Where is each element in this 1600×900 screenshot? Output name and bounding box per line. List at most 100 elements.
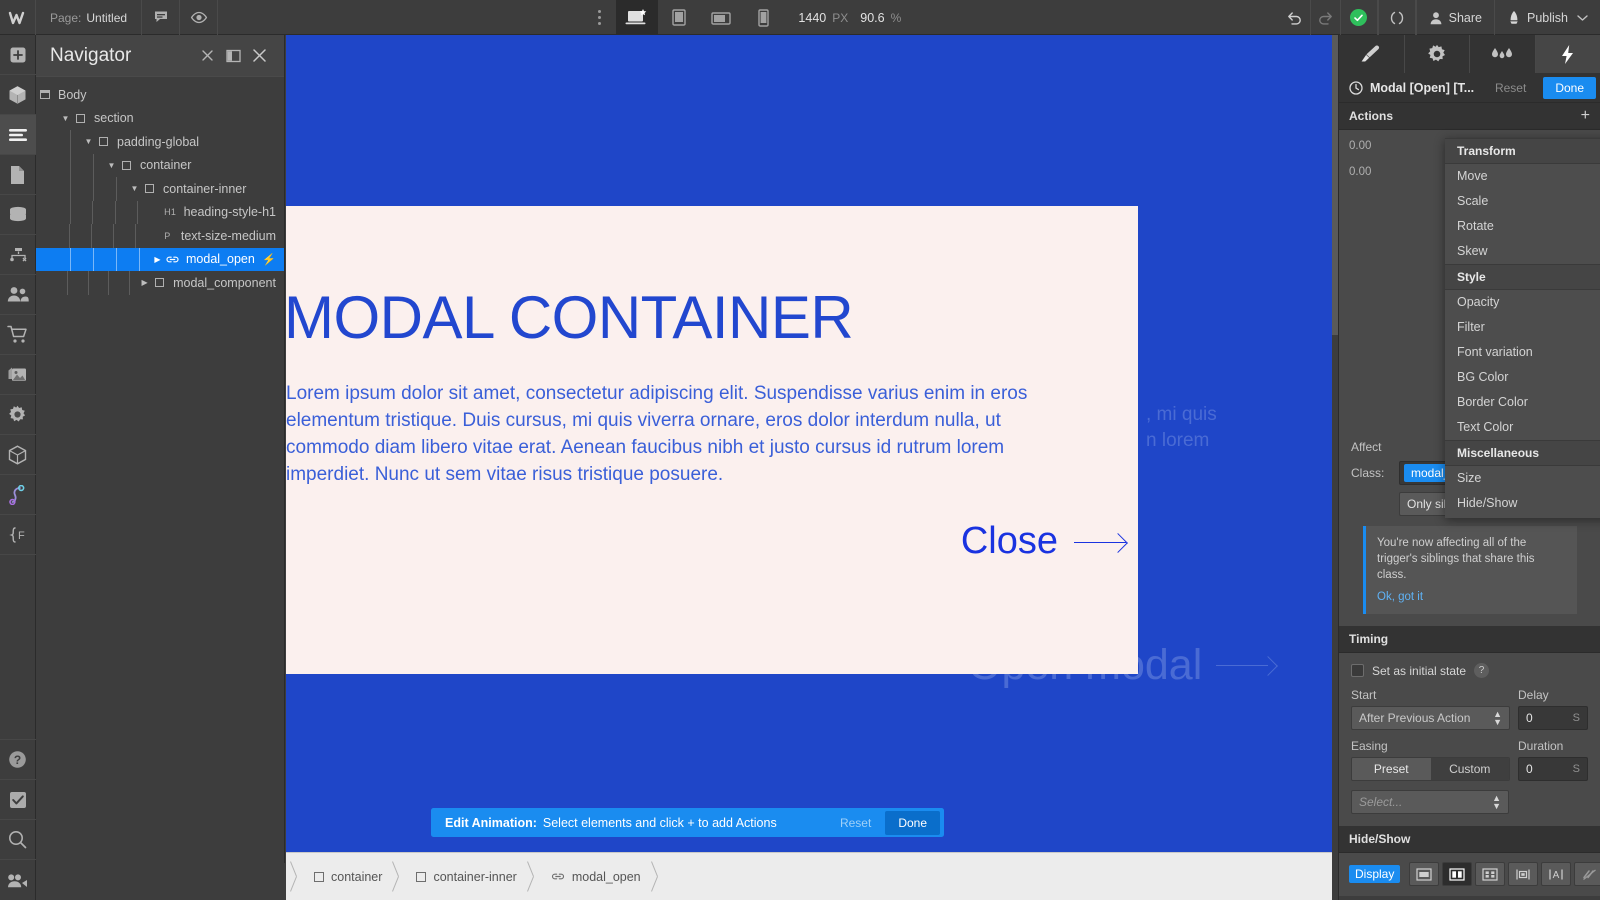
sidebar-item-ecommerce[interactable] (0, 315, 36, 355)
display-inline-block-button[interactable] (1508, 862, 1539, 886)
sidebar-item-navigator[interactable] (0, 115, 36, 155)
sidebar-item-add-elements[interactable] (0, 35, 36, 75)
tab-settings[interactable] (1405, 35, 1470, 73)
sidebar-item-custom-code[interactable]: F (0, 515, 36, 555)
check-circle-icon[interactable] (1339, 0, 1378, 35)
dropdown-item-hide-show[interactable]: Hide/Show (1445, 491, 1600, 516)
display-none-button[interactable] (1574, 862, 1600, 886)
easing-segmented-control[interactable]: Preset Custom (1351, 757, 1510, 781)
lightning-bolt-icon: ⚡ (262, 253, 276, 266)
dropdown-item-rotate[interactable]: Rotate (1445, 214, 1600, 239)
zoom-value: 90.6 (860, 10, 885, 25)
display-inline-button[interactable]: A (1541, 862, 1572, 886)
tab-style[interactable] (1339, 35, 1405, 73)
audit-checkbox-icon[interactable] (0, 780, 36, 820)
dropdown-item-scale[interactable]: Scale (1445, 189, 1600, 214)
collapse-all-icon[interactable] (194, 43, 220, 69)
sidebar-item-assets[interactable] (0, 355, 36, 395)
actions-dropdown-menu[interactable]: Transform Move Scale Rotate Skew Style Opacity… (1445, 138, 1600, 518)
dropdown-item-bg-color[interactable]: BG Color (1445, 365, 1600, 390)
desktop-star-icon[interactable] (616, 0, 659, 35)
dropdown-item-opacity[interactable]: Opacity (1445, 290, 1600, 315)
start-select[interactable]: After Previous Action ▲ ▼ (1351, 706, 1510, 730)
edit-animation-done-button[interactable]: Done (885, 810, 940, 835)
chevron-right-icon[interactable]: ▶ (151, 255, 164, 264)
tree-guide (126, 200, 149, 225)
mobile-portrait-icon[interactable] (742, 0, 784, 35)
dropdown-item-text-color[interactable]: Text Color (1445, 415, 1600, 440)
navigator-item-section[interactable]: ▼ section (36, 107, 284, 131)
navigator-item-container-inner[interactable]: ▼ container-inner (36, 177, 284, 201)
initial-state-checkbox[interactable] (1351, 664, 1364, 677)
dropdown-item-filter[interactable]: Filter (1445, 315, 1600, 340)
sidebar-item-apps[interactable] (0, 435, 36, 475)
sidebar-item-interactions[interactable] (0, 475, 36, 515)
chevron-down-icon[interactable]: ▼ (59, 114, 72, 123)
tab-style-manager[interactable] (1470, 35, 1536, 73)
easing-select[interactable]: Select... ▲ ▼ (1351, 790, 1509, 814)
question-icon[interactable]: ? (1474, 663, 1490, 678)
delay-input[interactable]: 0 S (1518, 706, 1588, 730)
mobile-landscape-icon[interactable] (700, 0, 742, 35)
animation-reset-button[interactable]: Reset (1485, 77, 1536, 99)
tab-interactions[interactable] (1535, 35, 1600, 73)
affect-notice-link[interactable]: Ok, got it (1377, 589, 1566, 605)
easing-preset-button[interactable]: Preset (1352, 758, 1431, 780)
sidebar-item-users[interactable] (0, 275, 36, 315)
comment-icon[interactable] (142, 0, 181, 35)
canvas-size-zoom[interactable]: 1440 PX 90.6 % (784, 0, 915, 35)
navigator-item-modal_open[interactable]: ▶ modal_open ⚡ (36, 247, 284, 271)
navigator-item-container[interactable]: ▼ container (36, 153, 284, 178)
chevron-down-icon[interactable]: ▼ (82, 137, 95, 146)
edit-animation-reset-button[interactable]: Reset (829, 812, 882, 834)
search-icon[interactable] (0, 820, 36, 860)
video-camera-icon[interactable] (0, 860, 36, 900)
chevron-down-icon[interactable]: ▼ (128, 184, 141, 193)
chevron-right-icon[interactable]: ▶ (138, 278, 151, 287)
animation-done-button[interactable]: Done (1543, 76, 1596, 99)
help-circle-icon[interactable]: ? (0, 740, 36, 780)
modal-container[interactable]: MODAL CONTAINER Lorem ipsum dolor sit am… (286, 206, 1138, 674)
navigator-item-padding-global[interactable]: ▼ padding-global (36, 130, 284, 154)
page-selector[interactable]: Page: Untitled (36, 0, 143, 35)
sidebar-item-components[interactable] (0, 75, 36, 115)
breadcrumb-item-container[interactable]: container (308, 870, 388, 884)
display-flex-button[interactable] (1442, 862, 1473, 886)
sidebar-item-settings[interactable] (0, 395, 36, 435)
breadcrumb-item-container-inner[interactable]: container-inner (410, 870, 522, 884)
dropdown-item-size[interactable]: Size (1445, 466, 1600, 491)
initial-state-row[interactable]: Set as initial state ? (1351, 663, 1588, 678)
close-panel-icon[interactable] (246, 43, 272, 69)
dock-panel-icon[interactable] (220, 43, 246, 69)
sidebar-item-pages[interactable] (0, 155, 36, 195)
duration-input[interactable]: 0 S (1518, 757, 1588, 781)
sidebar-item-logic[interactable] (0, 235, 36, 275)
redo-icon[interactable] (1309, 0, 1340, 35)
navigator-item-heading-style-h1[interactable]: H1 heading-style-h1 (36, 200, 284, 225)
design-canvas[interactable]: , mi quis n lorem Open modal MODAL CONTA… (286, 35, 1332, 852)
undo-icon[interactable] (1280, 0, 1310, 35)
publish-button[interactable]: Publish (1494, 0, 1600, 35)
easing-custom-button[interactable]: Custom (1430, 758, 1509, 780)
dropdown-item-skew[interactable]: Skew (1445, 239, 1600, 264)
breadcrumb-item-modal_open[interactable]: modal_open (545, 870, 647, 884)
code-brackets-icon[interactable] (1377, 0, 1416, 35)
sidebar-item-cms[interactable] (0, 195, 36, 235)
navigator-item-modal_component[interactable]: ▶ modal_component (36, 271, 284, 295)
display-grid-button[interactable] (1475, 862, 1506, 886)
share-button[interactable]: Share (1415, 0, 1494, 35)
eye-icon[interactable] (180, 0, 219, 35)
navigator-item-Body[interactable]: Body (36, 83, 284, 107)
navigator-item-text-size-medium[interactable]: Ptext-size-medium (36, 224, 284, 248)
tablet-icon[interactable] (658, 0, 700, 35)
modal-close-link[interactable]: Close (286, 520, 1138, 563)
chevron-down-icon[interactable]: ▼ (105, 161, 118, 170)
dropdown-item-border-color[interactable]: Border Color (1445, 390, 1600, 415)
more-vertical-icon[interactable] (582, 0, 616, 35)
add-action-icon[interactable]: + (1581, 107, 1590, 125)
webflow-logo-icon[interactable] (0, 0, 36, 35)
display-block-button[interactable] (1409, 862, 1440, 886)
dropdown-item-move[interactable]: Move (1445, 164, 1600, 189)
arrow-right-icon (1216, 657, 1276, 673)
dropdown-item-font-variation[interactable]: Font variation (1445, 340, 1600, 365)
